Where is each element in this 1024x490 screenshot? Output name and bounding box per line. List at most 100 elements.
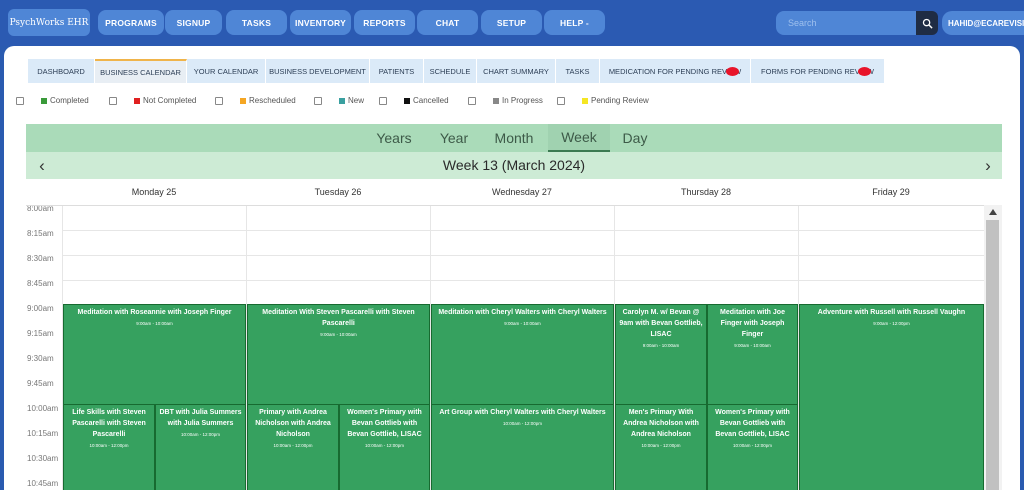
event-title: DBT with Julia Summers with Julia Summer… bbox=[159, 409, 242, 427]
calendar-scrollbar[interactable] bbox=[984, 205, 1002, 490]
business-calendar: Years Year Month Week Day ‹ Week 13 (Mar… bbox=[26, 124, 1002, 490]
time-slot-label: 9:00am bbox=[27, 304, 54, 313]
view-month-button[interactable]: Month bbox=[486, 124, 542, 152]
tab-business-development[interactable]: BUSINESS DEVELOPMENT bbox=[266, 59, 370, 83]
notification-badge bbox=[726, 67, 739, 76]
view-day-button[interactable]: Day bbox=[612, 124, 658, 152]
legend-label: Pending Review bbox=[591, 96, 649, 105]
calendar-event[interactable]: Adventure with Russell with Russell Vaug… bbox=[799, 304, 984, 490]
grid-line bbox=[62, 280, 984, 281]
nav-chat-button[interactable]: CHAT bbox=[417, 10, 478, 35]
tab-patients[interactable]: PATIENTS bbox=[370, 59, 424, 83]
tab-label: PATIENTS bbox=[378, 66, 415, 76]
scroll-up-arrow-icon[interactable] bbox=[989, 209, 997, 215]
calendar-event[interactable]: Primary with Andrea Nicholson with Andre… bbox=[247, 404, 339, 490]
time-slot-label: 9:30am bbox=[27, 354, 54, 363]
legend-in-progress: In Progress bbox=[468, 96, 543, 105]
event-title: Carolyn M. w/ Bevan @ 9am with Bevan Got… bbox=[619, 309, 703, 338]
new-swatch bbox=[339, 97, 345, 104]
legend-rescheduled-checkbox[interactable] bbox=[215, 96, 223, 105]
legend-new-checkbox[interactable] bbox=[314, 96, 322, 105]
search-button[interactable] bbox=[916, 11, 938, 35]
calendar-event[interactable]: Meditation with Cheryl Walters with Cher… bbox=[431, 304, 614, 406]
section-tabs: DASHBOARD BUSINESS CALENDAR YOUR CALENDA… bbox=[28, 59, 885, 83]
legend-label: Completed bbox=[50, 96, 89, 105]
calendar-event[interactable]: Meditation with Joe Finger with Joseph F… bbox=[707, 304, 798, 406]
legend-cancelled-checkbox[interactable] bbox=[379, 96, 387, 105]
event-time: 10:00am - 12:00pm bbox=[502, 421, 543, 426]
search-input[interactable] bbox=[776, 11, 916, 35]
legend-completed-checkbox[interactable] bbox=[16, 96, 24, 105]
time-slot-label: 10:15am bbox=[27, 429, 59, 438]
time-grid: 10:45am 10:30am 10:15am 10:00am 9:45am 9:30am… bbox=[26, 205, 984, 490]
time-slot-label: 8:45am bbox=[27, 279, 54, 288]
tab-chart-summary[interactable]: CHART SUMMARY bbox=[477, 59, 556, 83]
tab-label: CHART SUMMARY bbox=[483, 66, 549, 76]
calendar-event[interactable]: Women's Primary with Bevan Gottlieb with… bbox=[707, 404, 798, 490]
event-title: Men's Primary With Andrea Nicholson with… bbox=[623, 409, 699, 438]
time-slot-label: 10:30am bbox=[27, 454, 59, 463]
calendar-event[interactable]: Meditation with Roseannie with Joseph Fi… bbox=[63, 304, 246, 406]
legend-label: In Progress bbox=[502, 96, 543, 105]
legend-cancelled: Cancelled bbox=[379, 96, 449, 105]
event-title: Women's Primary with Bevan Gottlieb with… bbox=[715, 409, 790, 438]
view-year-button[interactable]: Year bbox=[426, 124, 482, 152]
tab-label: BUSINESS DEVELOPMENT bbox=[269, 66, 366, 76]
nav-signup-button[interactable]: SIGNUP bbox=[165, 10, 222, 35]
tab-medication-pending-review[interactable]: MEDICATION FOR PENDING REVIEW bbox=[600, 59, 751, 83]
event-title: Primary with Andrea Nicholson with Andre… bbox=[255, 409, 331, 438]
calendar-event[interactable]: Men's Primary With Andrea Nicholson with… bbox=[615, 404, 707, 490]
event-time: 10:00am - 12:00pm bbox=[641, 443, 681, 448]
calendar-event[interactable]: Life Skills with Steven Pascarelli with … bbox=[63, 404, 155, 490]
search-icon bbox=[922, 18, 933, 29]
time-slot-label: 10:00am bbox=[27, 404, 59, 413]
scrollbar-thumb[interactable] bbox=[986, 220, 999, 490]
legend-label: Not Completed bbox=[143, 96, 197, 105]
event-time: 10:00am - 12:00pm bbox=[273, 443, 313, 448]
time-slot-label: 8:15am bbox=[27, 229, 54, 238]
event-time: 9:00am - 10:00am bbox=[136, 321, 173, 326]
nav-programs-button[interactable]: PROGRAMS bbox=[98, 10, 164, 35]
event-time: 10:00am - 12:00pm bbox=[89, 443, 129, 448]
calendar-event[interactable]: Carolyn M. w/ Bevan @ 9am with Bevan Got… bbox=[615, 304, 707, 406]
nav-reports-button[interactable]: REPORTS bbox=[354, 10, 415, 35]
event-title: Adventure with Russell with Russell Vaug… bbox=[817, 309, 966, 316]
tab-label: DASHBOARD bbox=[37, 66, 85, 76]
calendar-event[interactable]: Meditation With Steven Pascarelli with S… bbox=[247, 304, 430, 406]
event-title: Art Group with Cheryl Walters with Chery… bbox=[439, 409, 606, 416]
event-title: Meditation with Cheryl Walters with Cher… bbox=[438, 309, 607, 316]
tab-forms-pending-review[interactable]: FORMS FOR PENDING REVIEW bbox=[751, 59, 885, 83]
event-title: Meditation With Steven Pascarelli with S… bbox=[262, 309, 415, 327]
calendar-event[interactable]: Art Group with Cheryl Walters with Chery… bbox=[431, 404, 614, 490]
event-time: 10:00am - 12:00pm bbox=[732, 443, 773, 448]
app-logo[interactable]: PsychWorks EHR bbox=[8, 9, 90, 36]
nav-tasks-button[interactable]: TASKS bbox=[226, 10, 287, 35]
legend-pending-review-checkbox[interactable] bbox=[557, 96, 565, 105]
calendar-event[interactable]: DBT with Julia Summers with Julia Summer… bbox=[155, 404, 246, 490]
legend-in-progress-checkbox[interactable] bbox=[468, 96, 476, 105]
view-week-button[interactable]: Week bbox=[548, 124, 610, 152]
time-slot-label: 9:15am bbox=[27, 329, 54, 338]
week-title: Week 13 (March 2024) bbox=[442, 157, 586, 173]
next-week-button[interactable]: › bbox=[978, 152, 998, 179]
legend-new: New bbox=[314, 96, 364, 105]
tab-label: MEDICATION FOR PENDING REVIEW bbox=[608, 66, 742, 76]
rescheduled-swatch bbox=[240, 97, 246, 104]
tab-tasks[interactable]: TASKS bbox=[556, 59, 600, 83]
view-years-button[interactable]: Years bbox=[366, 124, 422, 152]
legend-not-completed-checkbox[interactable] bbox=[109, 96, 117, 105]
time-slot-label: 8:00am bbox=[27, 205, 54, 213]
event-time: 9:00am - 10:00am bbox=[734, 343, 771, 348]
tab-business-calendar[interactable]: BUSINESS CALENDAR bbox=[95, 59, 187, 83]
tab-dashboard[interactable]: DASHBOARD bbox=[28, 59, 95, 83]
user-menu-button[interactable]: HAHID@ECAREVISION bbox=[942, 11, 1024, 35]
nav-inventory-button[interactable]: INVENTORY bbox=[290, 10, 351, 35]
tab-schedule[interactable]: SCHEDULE bbox=[424, 59, 477, 83]
grid-line bbox=[62, 230, 984, 231]
tab-your-calendar[interactable]: YOUR CALENDAR bbox=[187, 59, 266, 83]
legend-label: Cancelled bbox=[413, 96, 449, 105]
calendar-event[interactable]: Women's Primary with Bevan Gottlieb with… bbox=[339, 404, 430, 490]
nav-help-dropdown[interactable]: HELP - bbox=[544, 10, 605, 35]
nav-setup-button[interactable]: SETUP bbox=[481, 10, 542, 35]
tab-label: SCHEDULE bbox=[429, 66, 471, 76]
